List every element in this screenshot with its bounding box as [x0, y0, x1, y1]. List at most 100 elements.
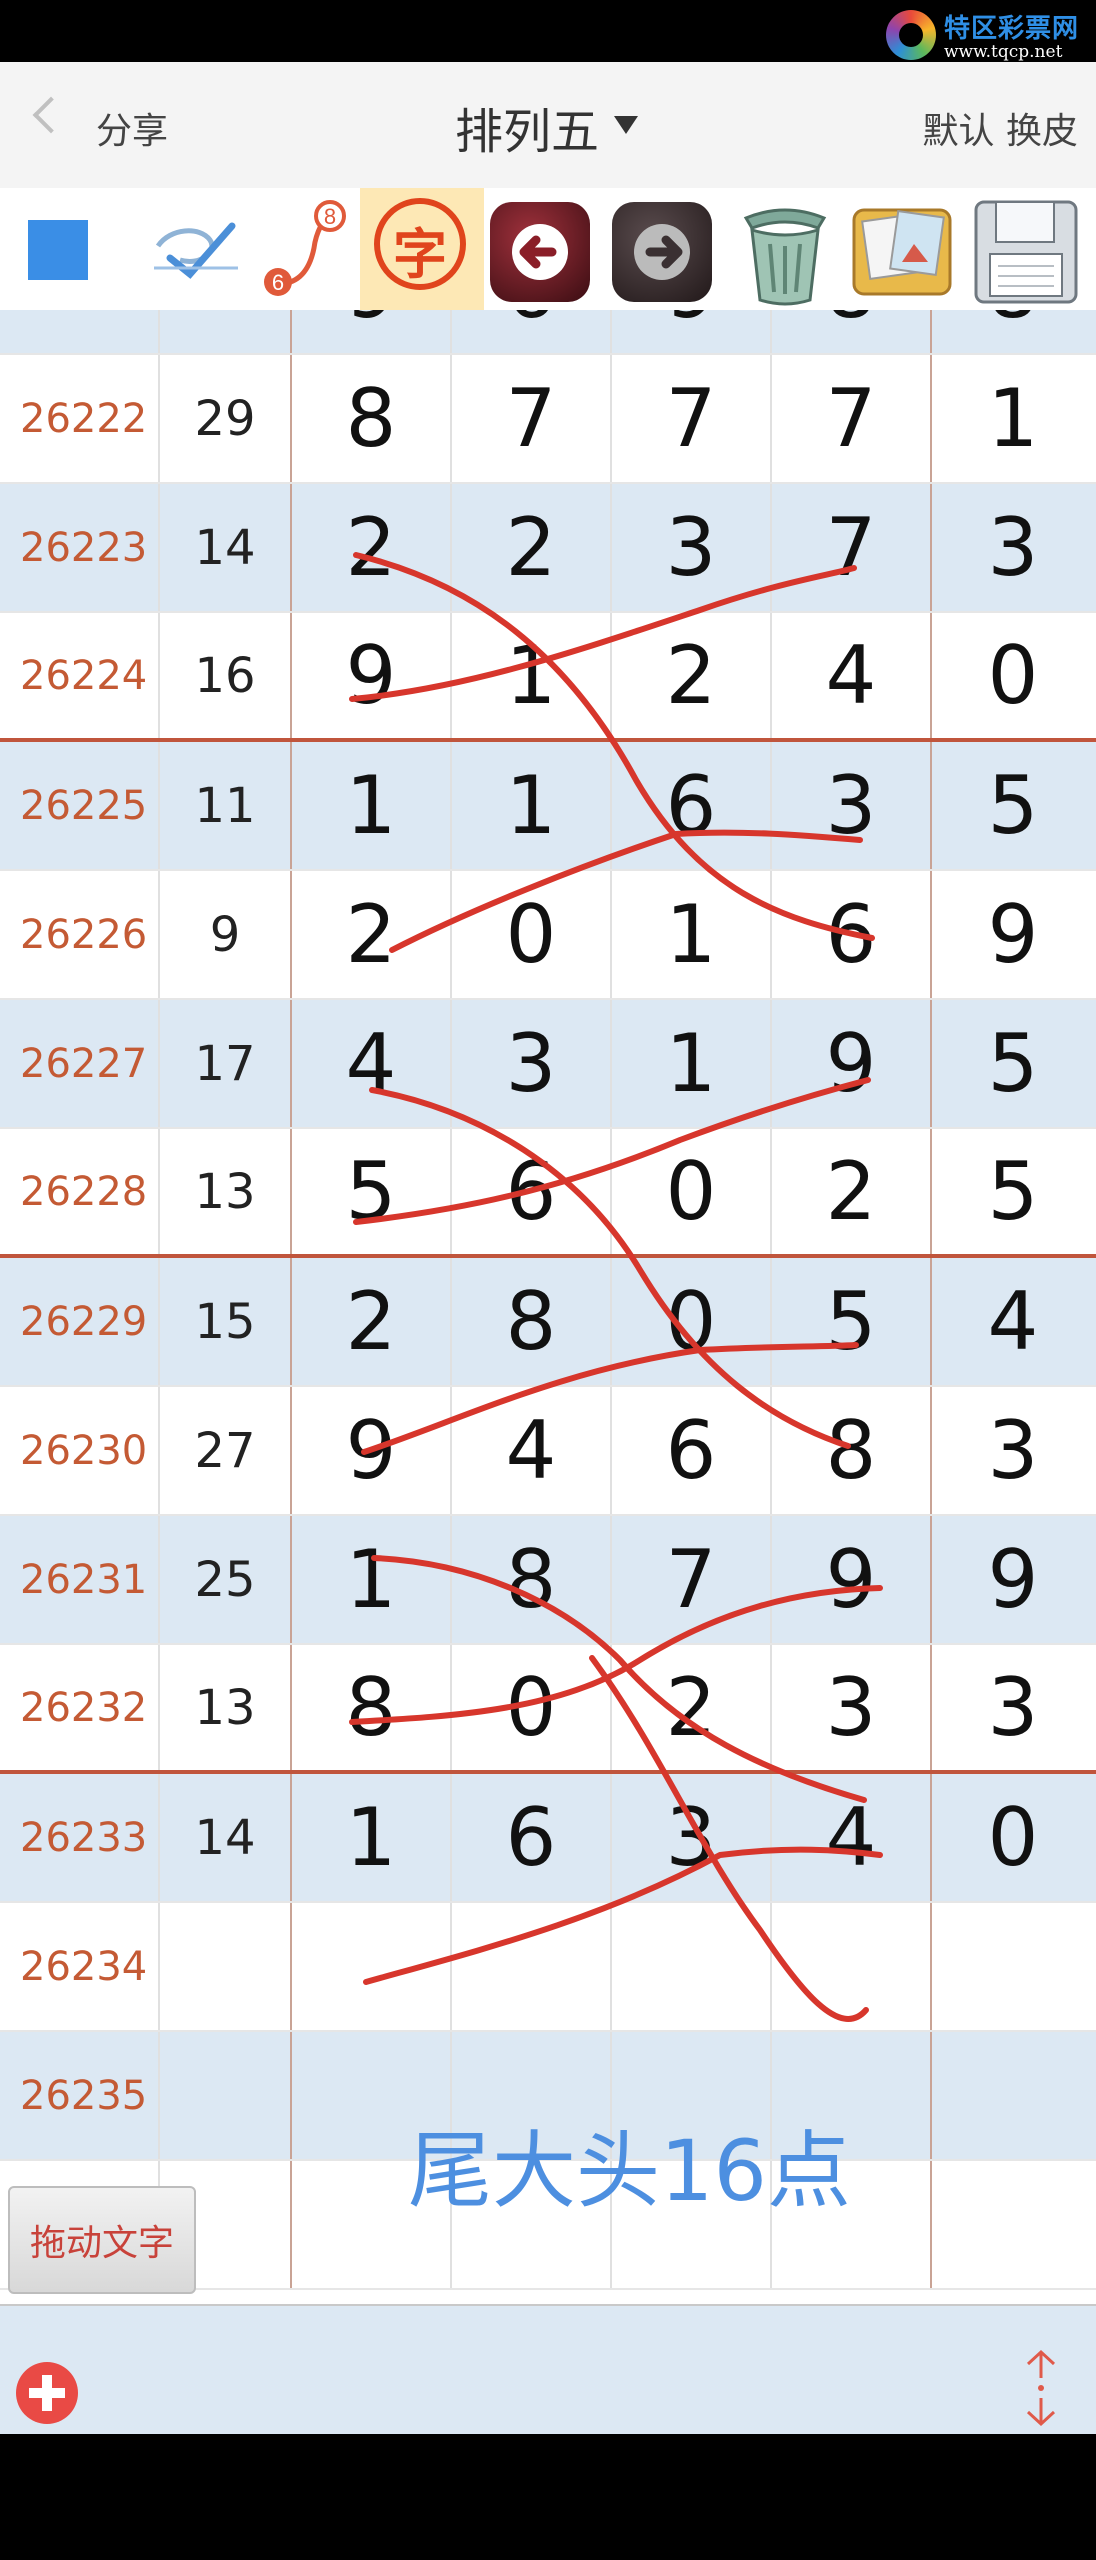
digit-cell[interactable]: 5: [772, 1258, 932, 1385]
table-row[interactable]: 26227 17 4 3 1 9 5: [0, 1000, 1096, 1129]
digit-cell[interactable]: [772, 1903, 932, 2030]
digit-cell[interactable]: 1: [612, 1000, 772, 1127]
digit-cell[interactable]: 3: [612, 484, 772, 611]
digit-cell[interactable]: 8: [772, 310, 932, 353]
digit-cell[interactable]: 8: [452, 1258, 612, 1385]
digit-cell[interactable]: 3: [452, 1000, 612, 1127]
trash-icon[interactable]: [726, 188, 844, 310]
digit-cell[interactable]: 5: [932, 742, 1094, 869]
digit-cell[interactable]: 5: [292, 1129, 452, 1254]
digit-cell[interactable]: [612, 1903, 772, 2030]
text-tool-button[interactable]: 字: [360, 188, 484, 310]
digit-cell[interactable]: 8: [452, 1516, 612, 1643]
digit-cell[interactable]: 3: [932, 1387, 1094, 1514]
skin-button[interactable]: 默认 换皮: [923, 102, 1078, 154]
digit-cell[interactable]: [932, 2032, 1094, 2159]
digit-cell[interactable]: 6: [452, 310, 612, 353]
back-chevron-icon[interactable]: [32, 96, 70, 134]
digit-cell[interactable]: 8: [932, 310, 1094, 353]
table-row[interactable]: 26230 27 9 4 6 8 3: [0, 1387, 1096, 1516]
digit-cell[interactable]: 4: [452, 1387, 612, 1514]
digit-cell[interactable]: 9: [772, 1516, 932, 1643]
gallery-icon[interactable]: [844, 188, 962, 310]
digit-cell[interactable]: 6: [612, 1387, 772, 1514]
digit-cell[interactable]: 1: [292, 1774, 452, 1901]
digit-cell[interactable]: 4: [772, 1774, 932, 1901]
digit-cell[interactable]: 2: [292, 871, 452, 998]
digit-cell[interactable]: 4: [932, 1258, 1094, 1385]
digit-cell[interactable]: 7: [772, 355, 932, 482]
digit-cell[interactable]: 0: [932, 1774, 1094, 1901]
digit-cell[interactable]: 1: [292, 742, 452, 869]
digit-cell[interactable]: 0: [932, 613, 1094, 738]
table-row[interactable]: 26226 9 2 0 1 6 9: [0, 871, 1096, 1000]
digit-cell[interactable]: 1: [932, 355, 1094, 482]
digit-cell[interactable]: 0: [452, 1645, 612, 1770]
digit-cell[interactable]: 9: [612, 310, 772, 353]
digit-cell[interactable]: 4: [772, 613, 932, 738]
digit-cell[interactable]: 1: [612, 871, 772, 998]
digit-cell[interactable]: 7: [772, 484, 932, 611]
digit-cell[interactable]: 2: [292, 1258, 452, 1385]
digit-cell[interactable]: 6: [772, 871, 932, 998]
digit-cell[interactable]: [292, 1903, 452, 2030]
pen-check-icon[interactable]: [140, 188, 250, 310]
digit-cell[interactable]: 3: [932, 484, 1094, 611]
table-row[interactable]: 26232 13 8 0 2 3 3: [0, 1645, 1096, 1774]
table-row[interactable]: 26223 14 2 2 3 7 3: [0, 484, 1096, 613]
digit-cell[interactable]: 6: [612, 742, 772, 869]
digit-cell[interactable]: 6: [452, 1774, 612, 1901]
digit-cell[interactable]: 9: [932, 871, 1094, 998]
digit-cell[interactable]: 0: [612, 1258, 772, 1385]
page-title[interactable]: 排列五: [455, 92, 599, 162]
save-disk-icon[interactable]: [968, 188, 1086, 310]
digit-cell[interactable]: 5: [932, 1129, 1094, 1254]
connect-points-icon[interactable]: 8 6: [250, 188, 360, 310]
table-row[interactable]: 26234: [0, 1903, 1096, 2032]
digit-cell[interactable]: 9: [932, 1516, 1094, 1643]
digit-cell[interactable]: 9: [772, 1000, 932, 1127]
resize-arrows-icon[interactable]: [1016, 2348, 1066, 2428]
digit-cell[interactable]: 7: [452, 355, 612, 482]
table-row[interactable]: 26224 16 9 1 2 4 0: [0, 613, 1096, 742]
digit-cell[interactable]: 0: [612, 1129, 772, 1254]
table-row[interactable]: 26228 13 5 6 0 2 5: [0, 1129, 1096, 1258]
drag-text-button[interactable]: 拖动文字: [8, 2186, 196, 2294]
table-row[interactable]: 26233 14 1 6 3 4 0: [0, 1774, 1096, 1903]
table-row[interactable]: 26231 25 1 8 7 9 9: [0, 1516, 1096, 1645]
digit-cell[interactable]: [932, 2161, 1094, 2288]
digit-cell[interactable]: 8: [772, 1387, 932, 1514]
table-row[interactable]: 26225 11 1 1 6 3 5: [0, 742, 1096, 871]
table-row[interactable]: 26222 29 8 7 7 7 1: [0, 355, 1096, 484]
digit-cell[interactable]: 6: [452, 1129, 612, 1254]
redo-button[interactable]: [612, 202, 712, 302]
share-button[interactable]: 分享: [96, 102, 168, 154]
add-icon[interactable]: [16, 2362, 78, 2424]
digit-cell[interactable]: 7: [612, 355, 772, 482]
digit-cell[interactable]: [452, 1903, 612, 2030]
digit-cell[interactable]: 2: [292, 484, 452, 611]
caret-down-icon[interactable]: [614, 116, 638, 134]
color-square-icon[interactable]: [28, 220, 88, 280]
digit-cell[interactable]: 2: [772, 1129, 932, 1254]
digit-cell[interactable]: 1: [452, 613, 612, 738]
undo-button[interactable]: [490, 202, 590, 302]
digit-cell[interactable]: 8: [292, 1645, 452, 1770]
digit-cell[interactable]: 2: [612, 1645, 772, 1770]
digit-cell[interactable]: 3: [612, 1774, 772, 1901]
digit-cell[interactable]: 2: [612, 613, 772, 738]
digit-cell[interactable]: 3: [772, 742, 932, 869]
digit-cell[interactable]: 8: [292, 355, 452, 482]
digit-cell[interactable]: 0: [452, 871, 612, 998]
digit-cell[interactable]: 1: [452, 742, 612, 869]
digit-cell[interactable]: 9: [292, 613, 452, 738]
table-row[interactable]: 262213296988: [0, 310, 1096, 355]
digit-cell[interactable]: [932, 1903, 1094, 2030]
digit-cell[interactable]: 5: [932, 1000, 1094, 1127]
digit-cell[interactable]: 3: [772, 1645, 932, 1770]
digit-cell[interactable]: 2: [452, 484, 612, 611]
digit-cell[interactable]: 1: [292, 1516, 452, 1643]
digit-cell[interactable]: 9: [292, 310, 452, 353]
digit-cell[interactable]: 9: [292, 1387, 452, 1514]
digit-cell[interactable]: 3: [932, 1645, 1094, 1770]
